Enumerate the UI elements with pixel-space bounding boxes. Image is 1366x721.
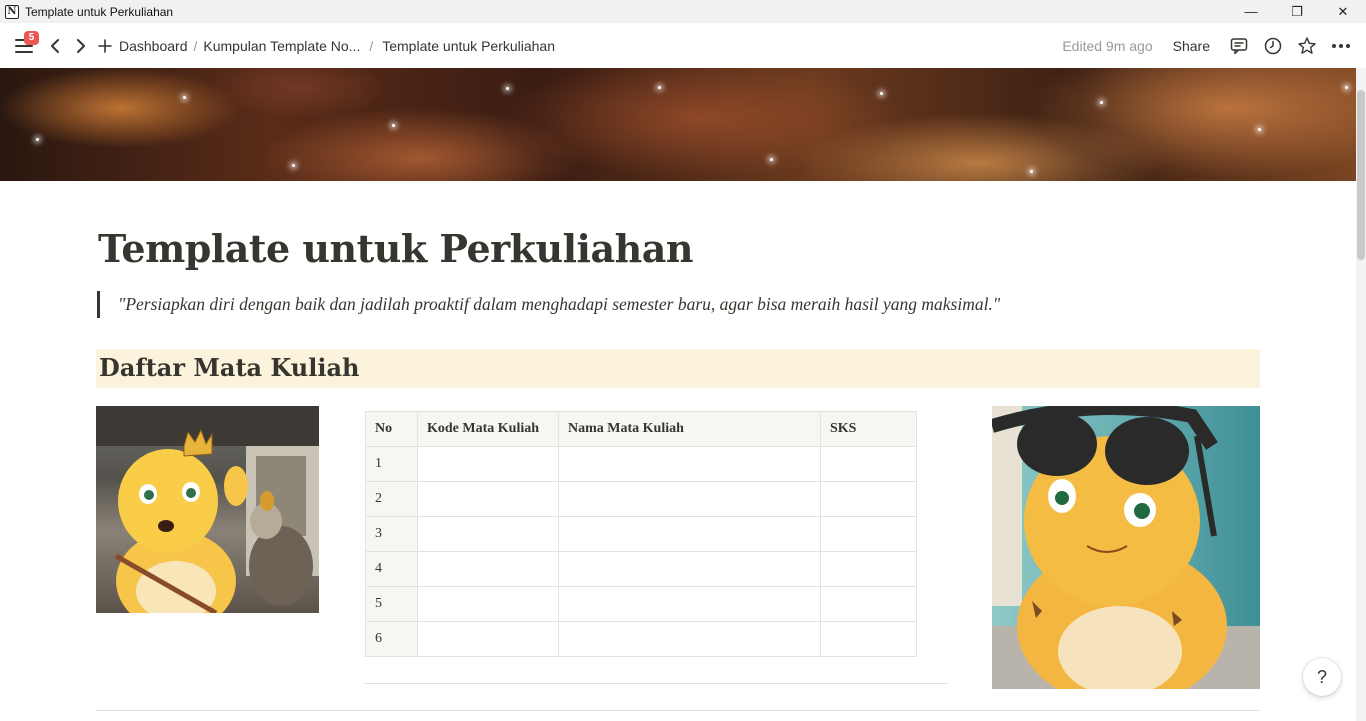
top-navigation-bar: 5 Dashboard / Kumpulan Template No... / … bbox=[0, 23, 1366, 68]
restore-button[interactable]: ❐ bbox=[1274, 0, 1320, 23]
table-row: 6 bbox=[365, 621, 917, 657]
table-cell-kode[interactable] bbox=[417, 516, 559, 552]
window-title: Template untuk Perkuliahan bbox=[25, 4, 174, 19]
clock-icon[interactable] bbox=[1256, 32, 1290, 60]
page-scrollbar[interactable] bbox=[1356, 68, 1366, 721]
back-arrow-icon[interactable] bbox=[43, 34, 67, 58]
scroll-thumb[interactable] bbox=[1357, 90, 1365, 260]
edited-timestamp: Edited 9m ago bbox=[1062, 37, 1153, 54]
breadcrumb-separator: / bbox=[193, 37, 198, 54]
column-header-kode[interactable]: Kode Mata Kuliah bbox=[417, 411, 559, 447]
table-cell-nama[interactable] bbox=[558, 481, 821, 517]
table-cell-kode[interactable] bbox=[417, 621, 559, 657]
table-cell-no[interactable]: 1 bbox=[365, 446, 418, 482]
minimize-button[interactable]: — bbox=[1228, 0, 1274, 23]
table-row: 2 bbox=[365, 481, 917, 517]
course-table: No Kode Mata Kuliah Nama Mata Kuliah SKS… bbox=[365, 411, 917, 657]
share-button[interactable]: Share bbox=[1173, 38, 1210, 54]
table-cell-no[interactable]: 3 bbox=[365, 516, 418, 552]
plus-icon[interactable] bbox=[95, 34, 115, 58]
table-cell-sks[interactable] bbox=[820, 516, 917, 552]
table-cell-no[interactable]: 4 bbox=[365, 551, 418, 587]
table-row: 4 bbox=[365, 551, 917, 587]
topbar-actions: Edited 9m ago Share bbox=[1062, 23, 1366, 68]
breadcrumb-dashboard[interactable]: Dashboard bbox=[119, 38, 188, 54]
breadcrumb-current-page[interactable]: Template untuk Perkuliahan bbox=[382, 38, 555, 54]
column-header-nama[interactable]: Nama Mata Kuliah bbox=[558, 411, 821, 447]
table-cell-nama[interactable] bbox=[558, 621, 821, 657]
cover-image[interactable] bbox=[0, 68, 1356, 181]
table-header-row: No Kode Mata Kuliah Nama Mata Kuliah SKS bbox=[365, 411, 917, 447]
column-header-sks[interactable]: SKS bbox=[820, 411, 917, 447]
breadcrumb-separator: / bbox=[369, 37, 374, 54]
table-cell-kode[interactable] bbox=[417, 551, 559, 587]
section-heading[interactable]: Daftar Mata Kuliah bbox=[99, 351, 359, 385]
table-row: 1 bbox=[365, 446, 917, 482]
table-cell-kode[interactable] bbox=[417, 481, 559, 517]
character-image-left[interactable] bbox=[96, 406, 319, 613]
table-cell-nama[interactable] bbox=[558, 516, 821, 552]
table-cell-sks[interactable] bbox=[820, 621, 917, 657]
table-cell-nama[interactable] bbox=[558, 551, 821, 587]
window-controls: — ❐ ✕ bbox=[1228, 0, 1366, 23]
table-cell-nama[interactable] bbox=[558, 586, 821, 622]
column-header-no[interactable]: No bbox=[365, 411, 418, 447]
page-title[interactable]: Template untuk Perkuliahan bbox=[98, 226, 693, 271]
table-cell-sks[interactable] bbox=[820, 481, 917, 517]
comment-icon[interactable] bbox=[1222, 32, 1256, 60]
table-cell-kode[interactable] bbox=[417, 446, 559, 482]
breadcrumb: Dashboard / Kumpulan Template No... / Te… bbox=[119, 38, 555, 54]
notion-logo-icon: N bbox=[5, 4, 19, 19]
character-image-right[interactable] bbox=[992, 406, 1260, 689]
close-button[interactable]: ✕ bbox=[1320, 0, 1366, 23]
menu-icon[interactable]: 5 bbox=[13, 30, 39, 58]
quote-block[interactable]: "Persiapkan diri dengan baik dan jadilah… bbox=[97, 291, 1000, 318]
divider bbox=[365, 683, 947, 684]
more-icon[interactable] bbox=[1324, 32, 1358, 60]
table-row: 3 bbox=[365, 516, 917, 552]
table-cell-no[interactable]: 5 bbox=[365, 586, 418, 622]
table-cell-nama[interactable] bbox=[558, 446, 821, 482]
forward-arrow-icon[interactable] bbox=[69, 34, 93, 58]
notification-badge: 5 bbox=[24, 30, 39, 45]
table-cell-kode[interactable] bbox=[417, 586, 559, 622]
window-titlebar: N Template untuk Perkuliahan — ❐ ✕ bbox=[0, 0, 1366, 23]
table-cell-sks[interactable] bbox=[820, 446, 917, 482]
table-cell-sks[interactable] bbox=[820, 551, 917, 587]
help-button[interactable]: ? bbox=[1303, 658, 1341, 696]
breadcrumb-kumpulan-template[interactable]: Kumpulan Template No... bbox=[203, 38, 360, 54]
table-cell-sks[interactable] bbox=[820, 586, 917, 622]
table-cell-no[interactable]: 6 bbox=[365, 621, 418, 657]
table-row: 5 bbox=[365, 586, 917, 622]
divider bbox=[96, 710, 1260, 711]
star-icon[interactable] bbox=[1290, 32, 1324, 60]
table-cell-no[interactable]: 2 bbox=[365, 481, 418, 517]
